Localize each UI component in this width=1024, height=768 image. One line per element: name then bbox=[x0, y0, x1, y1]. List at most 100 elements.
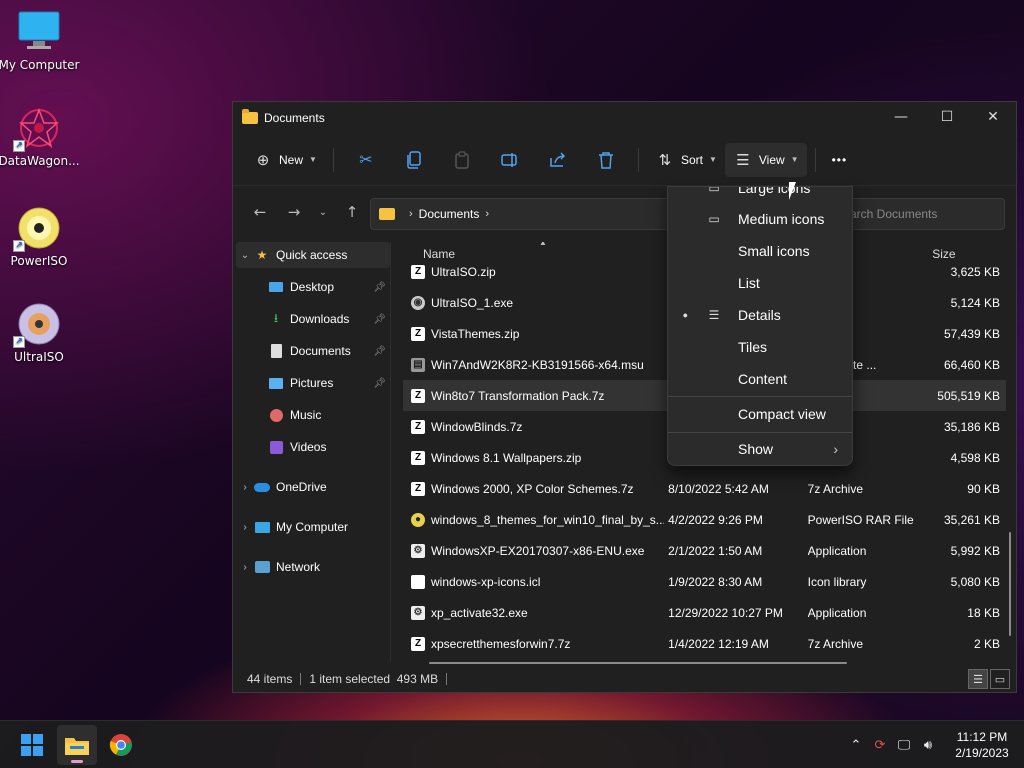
desktop-icon-ultraiso[interactable]: ↗ UltraISO bbox=[0, 302, 81, 364]
sidebar-item-label: Pictures bbox=[290, 376, 334, 390]
menu-item-list[interactable]: List bbox=[668, 268, 852, 298]
status-bar: 44 items 1 item selected 493 MB ☰ ▭ bbox=[233, 666, 1016, 692]
horizontal-scrollbar[interactable] bbox=[429, 662, 847, 664]
menu-item-small-icons[interactable]: Small icons bbox=[668, 236, 852, 266]
sync-error-icon[interactable]: ⟳ bbox=[868, 738, 892, 753]
column-header-size[interactable]: Size bbox=[922, 247, 1006, 261]
archive-file-icon: Z bbox=[411, 388, 425, 403]
pin-icon: 📌︎ bbox=[373, 313, 386, 325]
sidebar-item-pictures[interactable]: Pictures 📌︎ bbox=[236, 370, 390, 396]
desktop-icon-datawagon[interactable]: ↗ DataWagon... bbox=[0, 106, 81, 168]
new-button[interactable]: ⊕ New ▼ bbox=[245, 143, 325, 177]
address-bar[interactable]: › Documents › bbox=[370, 198, 670, 230]
rename-button[interactable] bbox=[486, 143, 534, 177]
large-icons-icon: ▭ bbox=[708, 186, 720, 195]
back-button[interactable]: ← bbox=[243, 197, 277, 227]
file-row[interactable]: ● windows_8_themes_for_win10_final_by_s..… bbox=[403, 504, 1006, 535]
desktop-icon-label: UltraISO bbox=[14, 350, 64, 364]
rename-icon bbox=[501, 152, 517, 167]
file-row[interactable]: ⚙ xp_activate32.exe 12/29/2022 10:27 PM App… bbox=[403, 597, 1006, 628]
start-button[interactable] bbox=[12, 725, 52, 765]
file-size: 4,598 KB bbox=[950, 450, 1000, 465]
desktop-icon-poweriso[interactable]: ↗ PowerISO bbox=[0, 206, 81, 268]
menu-item-tiles[interactable]: Tiles bbox=[668, 332, 852, 362]
network-monitor-icon[interactable]: 🖵︎ bbox=[892, 738, 916, 753]
menu-item-details[interactable]: ● ☰ Details bbox=[668, 300, 852, 330]
sidebar-item-music[interactable]: Music bbox=[236, 402, 390, 428]
file-date: 1/9/2022 8:30 AM bbox=[668, 574, 763, 589]
chevron-right-icon[interactable]: › bbox=[236, 562, 254, 573]
mouse-pointer-icon bbox=[789, 182, 803, 200]
forward-button[interactable]: → bbox=[277, 197, 311, 227]
file-name-cell: Z Windows 8.1 Wallpapers.zip bbox=[403, 450, 664, 465]
sort-button[interactable]: ⇅ Sort ▼ bbox=[647, 143, 725, 177]
star-icon: ★ bbox=[256, 248, 268, 262]
maximize-button[interactable]: ☐ bbox=[924, 102, 970, 132]
clock[interactable]: 11:12 PM 2/19/2023 bbox=[940, 729, 1024, 761]
breadcrumb-documents[interactable]: Documents bbox=[419, 207, 480, 221]
sidebar-item-network[interactable]: › Network bbox=[236, 554, 390, 580]
title-bar[interactable]: Documents — ☐ ✕ bbox=[233, 102, 1016, 134]
application-icon: ⚙ bbox=[411, 543, 425, 558]
up-button[interactable]: ↑ bbox=[335, 197, 369, 227]
minimize-button[interactable]: — bbox=[878, 102, 924, 132]
breadcrumb-chevron-icon: › bbox=[485, 208, 490, 220]
file-name-cell: Z VistaThemes.zip bbox=[403, 326, 664, 341]
folder-icon bbox=[379, 208, 395, 220]
file-name-cell: Zxpsecretthemesforwin7.7z bbox=[403, 636, 664, 651]
column-header-name[interactable]: Name bbox=[403, 247, 664, 261]
file-row[interactable]: windows-xp-icons.icl 1/9/2022 8:30 AM Icon… bbox=[403, 566, 1006, 597]
view-button[interactable]: ☰ View ▼ bbox=[724, 142, 807, 177]
copy-button[interactable] bbox=[390, 143, 438, 177]
taskbar-file-explorer[interactable] bbox=[57, 725, 97, 765]
file-name-cell: ◉ UltraISO_1.exe bbox=[403, 295, 664, 310]
close-button[interactable]: ✕ bbox=[970, 102, 1016, 132]
delete-button[interactable] bbox=[582, 143, 630, 177]
sidebar-item-videos[interactable]: Videos bbox=[236, 434, 390, 460]
file-row[interactable]: Zxpsecretthemesforwin7.7z 1/4/2022 12:19 … bbox=[403, 628, 1006, 659]
file-name: Win7AndW2K8R2-KB3191566-x64.msu bbox=[431, 357, 644, 372]
pane-divider[interactable] bbox=[390, 242, 391, 662]
chevron-down-icon[interactable]: ⌄ bbox=[236, 250, 254, 261]
sidebar-item-quick-access[interactable]: ⌄ ★ Quick access bbox=[236, 242, 390, 268]
monitor-icon bbox=[254, 519, 270, 535]
menu-item-large-icons[interactable]: ▭ Large icons bbox=[668, 186, 852, 203]
volume-icon[interactable]: 🔊︎ bbox=[916, 738, 940, 753]
new-label: New bbox=[279, 152, 304, 167]
trash-icon bbox=[598, 151, 613, 169]
menu-item-show[interactable]: Show › bbox=[668, 434, 852, 464]
cut-button[interactable]: ✂ bbox=[342, 143, 390, 177]
paste-button[interactable] bbox=[438, 143, 486, 177]
active-indicator bbox=[71, 760, 83, 763]
details-view-toggle[interactable]: ☰ bbox=[968, 669, 988, 689]
file-row[interactable]: Z Windows 2000, XP Color Schemes.7z 8/10/2… bbox=[403, 473, 1006, 504]
menu-item-medium-icons[interactable]: ▭ Medium icons bbox=[668, 204, 852, 234]
search-input[interactable]: arch Documents bbox=[843, 198, 1005, 230]
file-size: 2 KB bbox=[973, 636, 1000, 651]
archive-file-icon: Z bbox=[411, 450, 425, 465]
sidebar-item-my-computer[interactable]: › My Computer bbox=[236, 514, 390, 540]
show-hidden-icons-chevron-up-icon[interactable]: ⌃ bbox=[844, 738, 868, 753]
chevron-right-icon[interactable]: › bbox=[236, 522, 254, 533]
vertical-scrollbar[interactable] bbox=[1009, 532, 1011, 636]
see-more-button[interactable]: ••• bbox=[824, 143, 856, 177]
file-name: UltraISO_1.exe bbox=[431, 295, 514, 310]
selected-bullet-icon: ● bbox=[682, 310, 688, 320]
clock-date: 2/19/2023 bbox=[955, 746, 1009, 760]
sidebar-item-onedrive[interactable]: › OneDrive bbox=[236, 474, 390, 500]
taskbar-chrome[interactable] bbox=[101, 725, 141, 765]
desktop-icon-my-computer[interactable]: My Computer bbox=[0, 10, 81, 72]
network-icon bbox=[254, 559, 270, 575]
archive-file-icon: Z bbox=[411, 636, 425, 651]
file-row[interactable]: ⚙ WindowsXP-EX20170307-x86-ENU.exe 2/1/202… bbox=[403, 535, 1006, 566]
sidebar-item-downloads[interactable]: ⭳ Downloads 📌︎ bbox=[236, 306, 390, 332]
share-button[interactable] bbox=[534, 143, 582, 177]
menu-item-content[interactable]: Content bbox=[668, 364, 852, 394]
recent-locations-button[interactable]: ⌄ bbox=[311, 197, 335, 227]
menu-item-label: Tiles bbox=[738, 339, 768, 355]
sidebar-item-documents[interactable]: Documents 📌︎ bbox=[236, 338, 390, 364]
menu-item-compact-view[interactable]: Compact view bbox=[668, 399, 852, 429]
large-icons-view-toggle[interactable]: ▭ bbox=[990, 669, 1010, 689]
chevron-right-icon[interactable]: › bbox=[236, 482, 254, 493]
sidebar-item-desktop[interactable]: Desktop 📌︎ bbox=[236, 274, 390, 300]
